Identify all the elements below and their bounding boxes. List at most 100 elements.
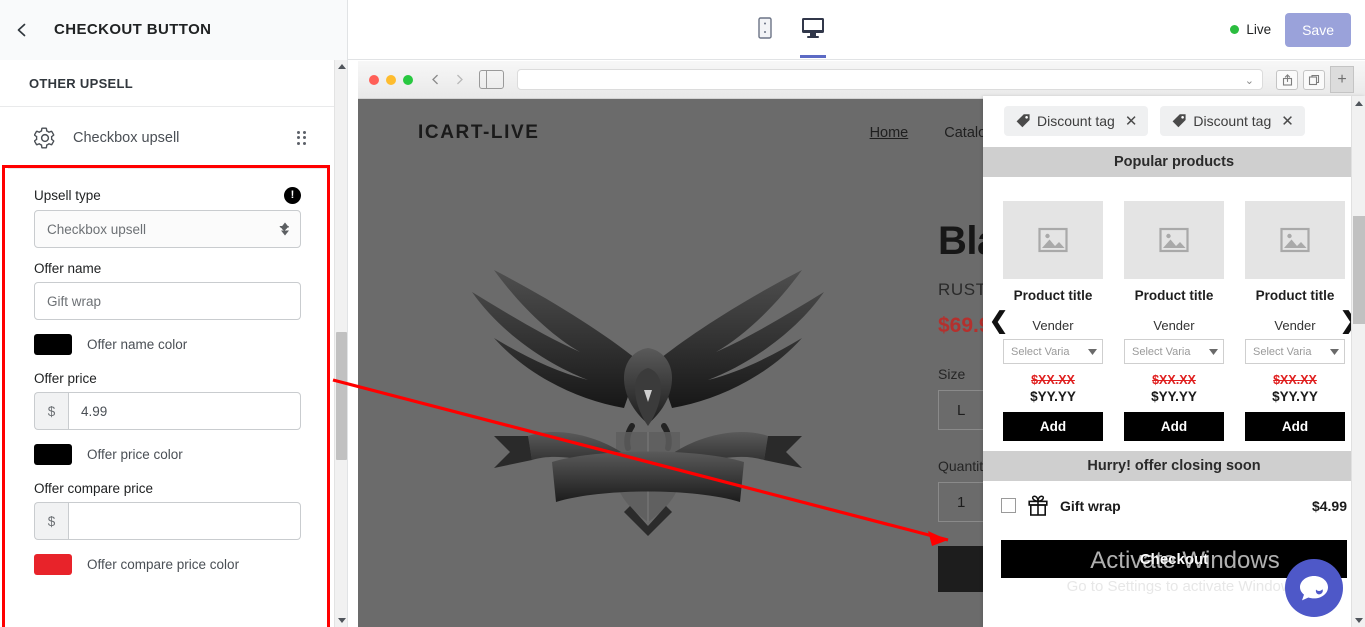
upsell-scrollbar[interactable] bbox=[1351, 96, 1365, 627]
product-variant-select[interactable]: Select Varia bbox=[1003, 339, 1103, 364]
product-add-button[interactable]: Add bbox=[1124, 412, 1224, 441]
chat-widget-button[interactable] bbox=[1285, 559, 1343, 617]
maximize-window-dot[interactable] bbox=[403, 74, 413, 85]
scroll-up-arrow-icon[interactable] bbox=[1352, 96, 1365, 110]
browser-forward-button[interactable] bbox=[449, 69, 470, 90]
section-title: OTHER UPSELL bbox=[29, 75, 133, 91]
sidebar-scrollbar[interactable] bbox=[334, 60, 347, 627]
offer-name-color-row: Offer name color bbox=[34, 334, 301, 355]
popular-products-band: Popular products bbox=[983, 147, 1365, 177]
share-button[interactable] bbox=[1276, 69, 1298, 90]
close-x-icon[interactable]: ✕ bbox=[1125, 114, 1138, 129]
add-tab-button[interactable]: + bbox=[1330, 66, 1354, 93]
browser-back-button[interactable] bbox=[425, 69, 446, 90]
product-card: Product title Vender Select Varia $XX.XX… bbox=[1245, 201, 1345, 441]
offer-name-color-label: Offer name color bbox=[87, 337, 188, 352]
offer-compare-price-color-label: Offer compare price color bbox=[87, 557, 240, 572]
offer-price-color-swatch[interactable] bbox=[34, 444, 72, 465]
offer-price-input[interactable] bbox=[68, 392, 301, 430]
products-carousel: ❮ ❯ Product title Vender Select Varia $X… bbox=[983, 177, 1365, 451]
gift-wrap-price: $4.99 bbox=[1311, 497, 1347, 514]
close-x-icon[interactable]: ✕ bbox=[1281, 114, 1294, 129]
scroll-down-arrow-icon[interactable] bbox=[335, 614, 347, 627]
product-add-button[interactable]: Add bbox=[1245, 412, 1345, 441]
product-add-button[interactable]: Add bbox=[1003, 412, 1103, 441]
back-button[interactable] bbox=[0, 0, 44, 60]
store-logo: ICART-LIVE bbox=[418, 122, 540, 143]
upsell-card-title: Checkbox upsell bbox=[73, 129, 180, 146]
sidebar-section-header: OTHER UPSELL bbox=[0, 60, 335, 107]
save-button[interactable]: Save bbox=[1285, 12, 1351, 47]
store-nav: Home Catalog bbox=[870, 125, 995, 141]
scroll-up-arrow-icon[interactable] bbox=[335, 60, 347, 73]
new-tab-button[interactable] bbox=[1303, 69, 1325, 90]
discount-tag-label: Discount tag bbox=[1037, 113, 1115, 129]
product-compare-price: $XX.XX bbox=[1273, 373, 1317, 387]
upsell-scroll-thumb[interactable] bbox=[1353, 216, 1365, 324]
carousel-prev-button[interactable]: ❮ bbox=[989, 309, 1008, 332]
product-variant-select[interactable]: Select Varia bbox=[1245, 339, 1345, 364]
offer-compare-price-currency-prefix: $ bbox=[34, 502, 68, 540]
upsell-card-header[interactable]: Checkbox upsell bbox=[8, 107, 327, 169]
product-title: Product title bbox=[1134, 288, 1214, 303]
top-bar-left: CHECKOUT BUTTON bbox=[0, 0, 348, 60]
info-exclamation-icon[interactable]: ! bbox=[284, 187, 301, 204]
close-window-dot[interactable] bbox=[369, 74, 379, 85]
field-upsell-type: Upsell type ! Checkbox upsell bbox=[34, 187, 301, 248]
discount-tag-icon bbox=[1016, 114, 1030, 128]
window-controls bbox=[369, 74, 413, 85]
refresh-icon[interactable]: ⌄ bbox=[1245, 74, 1254, 87]
product-compare-price: $XX.XX bbox=[1031, 373, 1075, 387]
offer-compare-price-label-row: Offer compare price bbox=[34, 481, 301, 496]
offer-name-label-row: Offer name bbox=[34, 261, 301, 276]
offer-price-label: Offer price bbox=[34, 371, 97, 386]
offer-compare-price-input[interactable] bbox=[68, 502, 301, 540]
page-title: CHECKOUT BUTTON bbox=[54, 21, 212, 38]
discount-tag-chip-2[interactable]: Discount tag ✕ bbox=[1160, 106, 1305, 136]
discount-tag-label: Discount tag bbox=[1193, 113, 1272, 129]
chevron-right-icon bbox=[457, 74, 463, 85]
upsell-type-select[interactable]: Checkbox upsell bbox=[34, 210, 301, 248]
sidebar-toggle-icon[interactable] bbox=[479, 70, 504, 89]
browser-chrome-right: + bbox=[1276, 66, 1354, 93]
offer-name-input[interactable] bbox=[34, 282, 301, 320]
sidebar-scroll-thumb[interactable] bbox=[336, 332, 347, 460]
image-placeholder-icon bbox=[1280, 227, 1310, 253]
product-variant-select[interactable]: Select Varia bbox=[1124, 339, 1224, 364]
browser-nav-buttons bbox=[425, 69, 470, 90]
variant-placeholder: Select Varia bbox=[1253, 345, 1312, 358]
chat-bubble-icon bbox=[1300, 576, 1328, 601]
offer-compare-price-color-row: Offer compare price color bbox=[34, 554, 301, 575]
device-toggle-desktop[interactable] bbox=[796, 2, 830, 58]
field-offer-price: Offer price $ bbox=[34, 371, 301, 430]
offer-price-currency-prefix: $ bbox=[34, 392, 68, 430]
drag-handle-icon[interactable] bbox=[297, 130, 309, 145]
offer-name-color-swatch[interactable] bbox=[34, 334, 72, 355]
product-image-placeholder bbox=[1003, 201, 1103, 279]
product-title: Product title bbox=[1013, 288, 1093, 303]
product-price: $YY.YY bbox=[1151, 389, 1197, 404]
product-image-placeholder bbox=[1245, 201, 1345, 279]
offer-compare-price-group: $ bbox=[34, 502, 301, 540]
caret-down-icon bbox=[1209, 348, 1218, 355]
desktop-device-icon bbox=[802, 17, 825, 38]
gift-wrap-checkbox[interactable] bbox=[1001, 498, 1016, 513]
browser-chrome: ⌄ + bbox=[358, 61, 1365, 99]
gift-icon bbox=[1028, 495, 1048, 516]
offer-price-color-row: Offer price color bbox=[34, 444, 301, 465]
gift-wrap-offer-row: Gift wrap $4.99 bbox=[983, 481, 1365, 516]
upsell-panel: Discount tag ✕ Discount tag ✕ Popular pr… bbox=[983, 96, 1365, 627]
scroll-down-arrow-icon[interactable] bbox=[1352, 613, 1365, 627]
minimize-window-dot[interactable] bbox=[386, 74, 396, 85]
field-offer-compare-price: Offer compare price $ bbox=[34, 481, 301, 540]
product-image bbox=[368, 167, 928, 592]
nav-link-home[interactable]: Home bbox=[870, 125, 909, 141]
discount-tag-chip-1[interactable]: Discount tag ✕ bbox=[1004, 106, 1149, 136]
url-input[interactable]: ⌄ bbox=[517, 69, 1263, 90]
upsell-type-select-wrap: Checkbox upsell bbox=[34, 210, 301, 248]
offer-price-label-row: Offer price bbox=[34, 371, 301, 386]
offer-compare-price-color-swatch[interactable] bbox=[34, 554, 72, 575]
top-bar: CHECKOUT BUTTON Live Save bbox=[0, 0, 1365, 60]
upsell-card: Checkbox upsell Upsell type ! Checkbox u… bbox=[8, 107, 327, 601]
device-toggle-mobile[interactable] bbox=[748, 2, 782, 58]
